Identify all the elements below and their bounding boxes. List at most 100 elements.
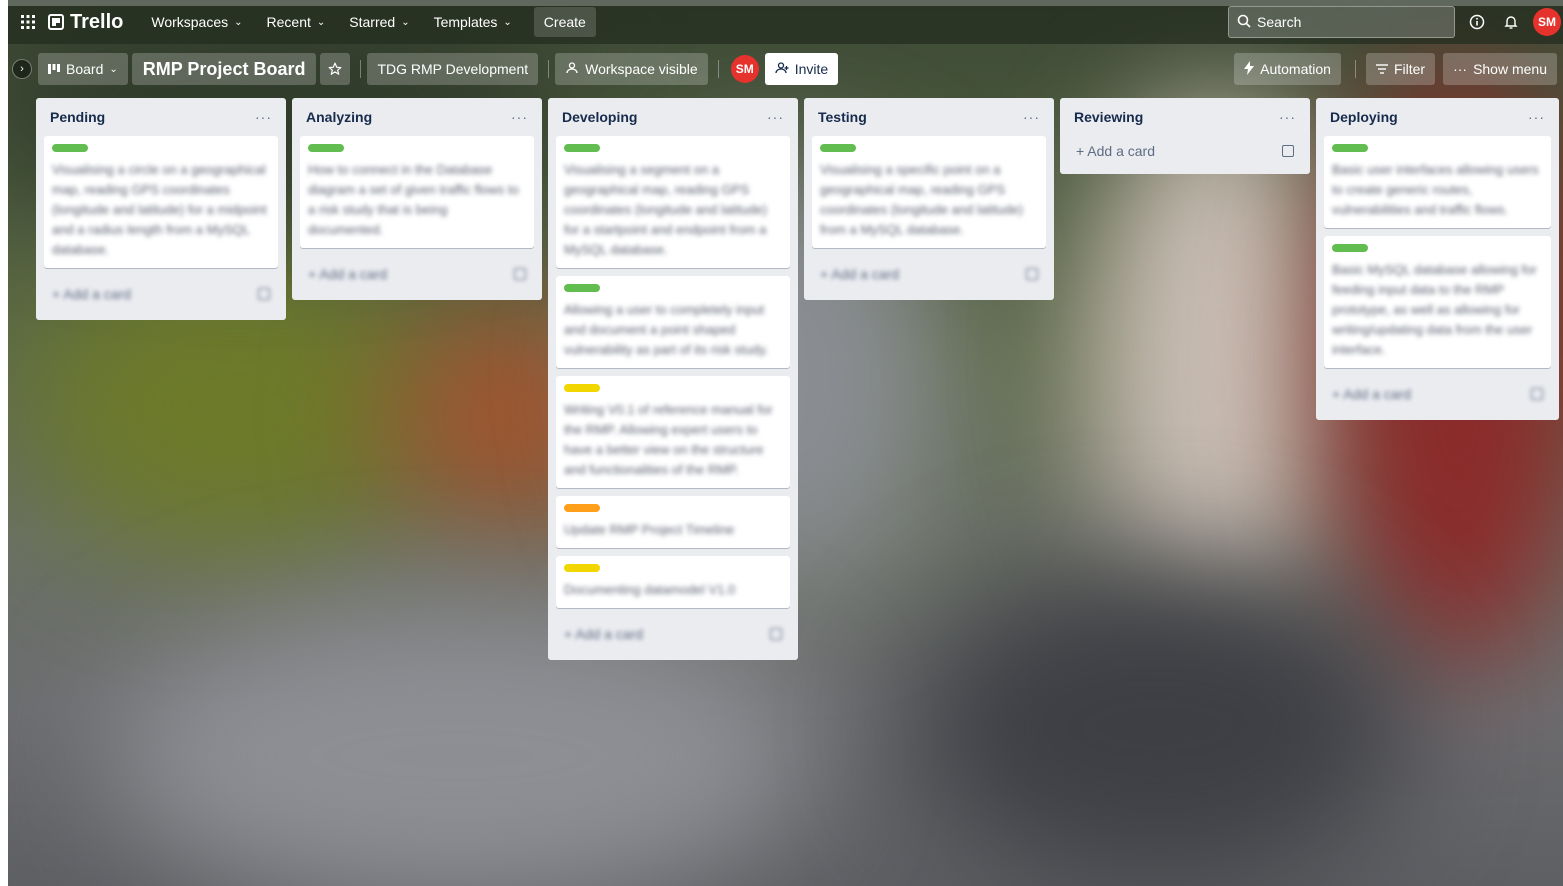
list-title[interactable]: Pending [50, 109, 105, 125]
list-card[interactable]: Visualising a specific point on a geogra… [812, 136, 1046, 248]
card-template-icon[interactable] [258, 288, 270, 300]
list-menu-icon[interactable]: ··· [1023, 109, 1040, 125]
search-icon [1237, 14, 1251, 31]
card-title: Allowing a user to completely input and … [564, 302, 769, 357]
search-input[interactable] [1257, 14, 1437, 30]
star-board-icon[interactable] [320, 53, 351, 85]
list-card[interactable]: Writing V0.1 of reference manual for the… [556, 376, 790, 488]
lightning-icon [1244, 60, 1255, 78]
list-card[interactable]: Allowing a user to completely input and … [556, 276, 790, 368]
list-card[interactable]: Update RMP Project Timeline [556, 496, 790, 548]
list-card[interactable]: How to connect in the Database diagram a… [300, 136, 534, 248]
list-menu-icon[interactable]: ··· [511, 109, 528, 125]
member-avatar[interactable]: SM [730, 55, 759, 83]
automation-label: Automation [1260, 61, 1331, 77]
card-template-icon[interactable] [1531, 388, 1543, 400]
workspace-button[interactable]: TDG RMP Development [367, 53, 539, 85]
list-title[interactable]: Testing [818, 109, 867, 125]
list-header: Reviewing ··· [1068, 98, 1302, 136]
list-header: Testing ··· [812, 98, 1046, 136]
app-switcher-icon[interactable] [8, 15, 48, 29]
add-card-button[interactable]: + Add a card [1324, 376, 1551, 412]
show-menu-button[interactable]: ··· Show menu [1443, 53, 1557, 85]
card-title: Visualising a specific point on a geogra… [820, 162, 1024, 237]
user-avatar[interactable]: SM [1533, 8, 1561, 36]
list-title[interactable]: Analyzing [306, 109, 372, 125]
list-card[interactable]: Visualising a circle on a geographical m… [44, 136, 278, 268]
list-header: Deploying ··· [1324, 98, 1551, 136]
card-label-green [820, 144, 856, 152]
card-title: Basic user interfaces allowing users to … [1332, 162, 1539, 217]
add-card-button[interactable]: + Add a card [1068, 136, 1302, 166]
list-title[interactable]: Deploying [1330, 109, 1398, 125]
create-button[interactable]: Create [533, 7, 596, 37]
people-icon [565, 61, 579, 78]
add-card-label: + Add a card [1076, 143, 1156, 159]
list-developing: Developing ··· Visualising a segment on … [548, 98, 798, 660]
nav-templates[interactable]: Templates ⌄ [422, 6, 524, 38]
board-view-icon [48, 61, 60, 77]
trello-logo-text: Trello [70, 10, 124, 33]
visibility-label: Workspace visible [585, 61, 698, 77]
divider [548, 60, 550, 78]
list-title[interactable]: Developing [562, 109, 637, 125]
automation-button[interactable]: Automation [1234, 53, 1341, 85]
card-label-green [308, 144, 344, 152]
add-card-label: + Add a card [1332, 386, 1412, 402]
card-label-green [1332, 144, 1368, 152]
list-menu-icon[interactable]: ··· [1279, 109, 1296, 125]
board-title[interactable]: RMP Project Board [131, 53, 317, 85]
filter-icon [1375, 61, 1388, 77]
list-card[interactable]: Visualising a segment on a geographical … [556, 136, 790, 268]
list-title[interactable]: Reviewing [1074, 109, 1143, 125]
add-card-label: + Add a card [308, 266, 388, 282]
list-menu-icon[interactable]: ··· [767, 109, 784, 125]
nav-recent[interactable]: Recent ⌄ [255, 6, 338, 38]
trello-logo[interactable]: Trello [48, 11, 123, 34]
card-title: How to connect in the Database diagram a… [308, 162, 519, 237]
more-dots-icon: ··· [1453, 61, 1468, 77]
invite-button[interactable]: Invite [764, 53, 839, 85]
filter-button[interactable]: Filter [1365, 53, 1436, 85]
nav-workspaces[interactable]: Workspaces ⌄ [139, 6, 254, 38]
info-icon[interactable] [1465, 10, 1489, 34]
card-template-icon[interactable] [1282, 145, 1294, 157]
filter-label: Filter [1393, 61, 1426, 77]
card-title: Update RMP Project Timeline [564, 522, 735, 537]
search-box[interactable] [1228, 6, 1455, 38]
card-template-icon[interactable] [514, 268, 526, 280]
list-card[interactable]: Documenting datamodel V1.0 [556, 556, 790, 608]
card-label-orange [564, 504, 600, 512]
trello-logo-icon [48, 14, 64, 30]
card-title: Writing V0.1 of reference manual for the… [564, 402, 773, 477]
nav-recent-label: Recent [266, 14, 311, 30]
show-menu-label: Show menu [1473, 61, 1547, 77]
card-title: Basic MySQL database allowing for feedin… [1332, 262, 1537, 357]
list-menu-icon[interactable]: ··· [1528, 109, 1545, 125]
top-app-bar: Trello Workspaces ⌄ Recent ⌄ Starred ⌄ T… [8, 0, 1563, 44]
list-menu-icon[interactable]: ··· [255, 109, 272, 125]
sidebar-expand-icon[interactable]: › [12, 59, 32, 79]
nav-starred[interactable]: Starred ⌄ [337, 6, 421, 38]
add-card-button[interactable]: + Add a card [300, 256, 534, 292]
list-card[interactable]: Basic MySQL database allowing for feedin… [1324, 236, 1551, 368]
chevron-down-icon: ⌄ [503, 16, 512, 28]
add-person-icon [775, 61, 789, 78]
list-header: Analyzing ··· [300, 98, 534, 136]
card-title: Visualising a segment on a geographical … [564, 162, 768, 257]
notifications-bell-icon[interactable] [1499, 10, 1523, 34]
card-label-green [1332, 244, 1368, 252]
list-analyzing: Analyzing ··· How to connect in the Data… [292, 98, 542, 300]
card-template-icon[interactable] [1026, 268, 1038, 280]
add-card-button[interactable]: + Add a card [44, 276, 278, 312]
card-template-icon[interactable] [770, 628, 782, 640]
card-label-yellow [564, 564, 600, 572]
list-testing: Testing ··· Visualising a specific point… [804, 98, 1054, 300]
add-card-button[interactable]: + Add a card [556, 616, 790, 652]
list-card[interactable]: Basic user interfaces allowing users to … [1324, 136, 1551, 228]
board-view-switcher[interactable]: Board ⌄ [38, 53, 128, 85]
visibility-button[interactable]: Workspace visible [555, 53, 708, 85]
add-card-button[interactable]: + Add a card [812, 256, 1046, 292]
list-reviewing: Reviewing ··· + Add a card [1060, 98, 1310, 174]
card-title: Documenting datamodel V1.0 [564, 582, 736, 597]
